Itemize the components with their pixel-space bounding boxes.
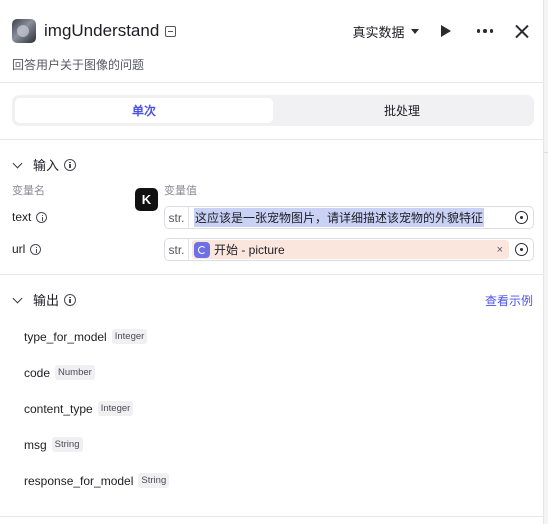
type-badge: Integer xyxy=(111,329,148,344)
type-badge: String xyxy=(138,473,170,488)
chevron-down-icon xyxy=(12,293,23,303)
canvas-edge xyxy=(544,0,548,524)
more-icon[interactable] xyxy=(476,29,493,33)
output-section-title: 输出 xyxy=(33,293,60,308)
divider xyxy=(0,82,544,83)
output-field: content_type Integer xyxy=(24,401,134,416)
close-icon[interactable] xyxy=(515,24,529,38)
panel-header: imgUnderstand 真实数据 xyxy=(12,18,529,44)
tab-single[interactable]: 单次 xyxy=(15,98,273,123)
chevron-down-icon xyxy=(12,158,23,168)
text-value[interactable]: 这应该是一张宠物图片，请详细描述该宠物的外貌特征 xyxy=(194,208,485,227)
info-icon xyxy=(36,211,48,223)
variable-name: url xyxy=(12,242,26,256)
target-icon[interactable] xyxy=(515,243,528,256)
type-badge: String xyxy=(51,437,83,452)
caret-down-icon xyxy=(410,28,419,34)
type-badge: Number xyxy=(55,365,95,380)
type-prefix: str. xyxy=(165,207,189,228)
column-label-name: 变量名 xyxy=(12,185,45,197)
type-prefix: str. xyxy=(165,239,189,260)
input-section-header[interactable]: 输入 xyxy=(12,155,77,174)
output-field-name: content_type xyxy=(24,401,93,416)
view-example-link[interactable]: 查看示例 xyxy=(485,292,533,309)
app-icon xyxy=(12,19,36,43)
panel-title: imgUnderstand xyxy=(44,21,160,40)
divider xyxy=(0,274,544,275)
edit-icon[interactable] xyxy=(165,25,177,37)
remove-reference-button[interactable]: × xyxy=(497,244,503,256)
divider xyxy=(0,516,544,517)
input-row-url-label: url xyxy=(12,242,42,256)
play-icon[interactable] xyxy=(440,25,451,37)
output-field: code Number xyxy=(24,365,95,380)
data-mode-label: 真实数据 xyxy=(352,24,405,40)
column-label-value: 变量值 xyxy=(164,185,197,197)
variable-name: text xyxy=(12,210,32,224)
output-field-name: type_for_model xyxy=(24,329,107,344)
output-field-name: msg xyxy=(24,437,47,452)
output-field: msg String xyxy=(24,437,83,452)
output-field: type_for_model Integer xyxy=(24,329,148,344)
info-icon xyxy=(64,293,77,306)
type-badge: Integer xyxy=(97,401,134,416)
tab-batch[interactable]: 批处理 xyxy=(273,98,531,123)
input-row-text-label: text xyxy=(12,210,48,224)
reference-label: 开始 - picture xyxy=(214,243,285,257)
output-field-name: response_for_model xyxy=(24,473,134,488)
output-field-name: code xyxy=(24,365,51,380)
output-field: response_for_model String xyxy=(24,473,170,488)
info-icon xyxy=(30,243,42,255)
url-value-field[interactable]: str. 开始 - picture × xyxy=(164,238,534,261)
panel-description: 回答用户关于图像的问题 xyxy=(12,58,145,72)
canvas-edge-line xyxy=(544,152,548,153)
info-icon xyxy=(64,158,77,171)
run-mode-tabs: 单次 批处理 xyxy=(12,95,534,126)
text-value-field[interactable]: str. 这应该是一张宠物图片，请详细描述该宠物的外貌特征 xyxy=(164,206,534,229)
reference-chip[interactable]: 开始 - picture × xyxy=(192,240,509,259)
target-icon[interactable] xyxy=(515,211,528,224)
k-logo-icon: K xyxy=(135,188,158,211)
input-section-title: 输入 xyxy=(33,158,60,173)
divider xyxy=(0,139,544,140)
start-node-icon xyxy=(194,241,210,258)
output-section-header[interactable]: 输出 xyxy=(12,290,77,309)
plugin-test-panel: imgUnderstand 真实数据 回答用户关于图像的问题 单次 批处理 输入… xyxy=(0,0,544,524)
data-mode-dropdown[interactable]: 真实数据 xyxy=(352,22,419,41)
